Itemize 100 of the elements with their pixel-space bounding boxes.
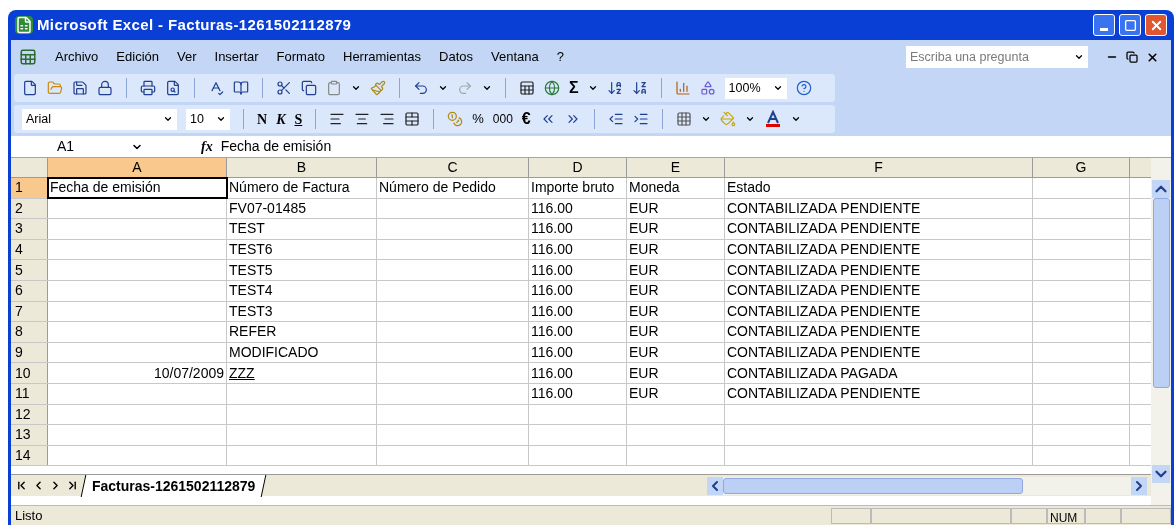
paste-dropdown-icon[interactable] [351, 83, 361, 93]
print-icon[interactable] [140, 80, 156, 96]
undo-dropdown-icon[interactable] [438, 83, 448, 93]
table-cell: CONTABILIZADA PENDIENTE [725, 239, 1033, 260]
menu-item[interactable]: Ventana [491, 47, 539, 67]
column-header[interactable]: F [725, 158, 1033, 177]
table-cell: CONTABILIZADA PENDIENTE [725, 198, 1033, 219]
table-cell: CONTABILIZADA PENDIENTE [725, 260, 1033, 280]
thousands-button[interactable]: 000 [492, 110, 513, 128]
row-header[interactable]: 5 [11, 260, 48, 280]
scroll-down-icon[interactable] [1152, 465, 1170, 483]
menu-item[interactable]: Herramientas [343, 47, 422, 67]
row-header[interactable]: 3 [11, 219, 48, 239]
euro-button[interactable]: € [521, 107, 531, 131]
column-header[interactable]: G [1033, 158, 1130, 177]
fill-color-dropdown-icon[interactable] [744, 114, 755, 124]
table-cell: 116.00 [529, 198, 627, 219]
menu-item[interactable]: Datos [439, 47, 473, 67]
scroll-right-icon[interactable] [1131, 476, 1147, 495]
increase-indent-icon[interactable] [632, 111, 649, 127]
format-painter-icon[interactable] [370, 80, 386, 96]
bold-button[interactable]: N [257, 108, 268, 130]
row-header[interactable]: 9 [11, 342, 48, 363]
workbook-icon[interactable] [19, 48, 37, 66]
zoom-dropdown[interactable]: 100% [724, 77, 787, 99]
sheet-tab[interactable]: Facturas-1261502112879 [80, 474, 267, 497]
save-icon[interactable] [72, 80, 88, 96]
underline-button[interactable]: S [294, 108, 303, 130]
chart-icon[interactable] [674, 80, 691, 96]
row-header[interactable]: 4 [11, 239, 48, 260]
status-text: Listo [14, 506, 44, 525]
row-header[interactable]: 13 [11, 425, 48, 445]
formula-field[interactable]: Fecha de emisión [220, 136, 1171, 157]
column-header[interactable]: B [227, 158, 377, 177]
decrease-indent-icon[interactable] [607, 111, 624, 127]
close-button[interactable] [1145, 14, 1167, 36]
caret-icon [1074, 52, 1084, 62]
vertical-scrollbar[interactable] [1151, 158, 1171, 505]
font-color-icon[interactable] [763, 110, 782, 128]
row-header[interactable]: 2 [11, 198, 48, 219]
function-label[interactable]: fx [201, 136, 213, 157]
column-header[interactable]: A [48, 158, 227, 177]
row-header[interactable]: 1 [11, 178, 48, 198]
italic-button[interactable]: K [276, 108, 286, 130]
redo-dropdown-icon[interactable] [482, 83, 492, 93]
sheet-icon[interactable] [519, 80, 535, 96]
currency-icon[interactable] [447, 111, 464, 127]
row-header[interactable]: 8 [11, 322, 48, 342]
row-header[interactable]: 11 [11, 383, 48, 404]
undo-icon[interactable] [413, 80, 429, 96]
percent-button[interactable]: % [472, 109, 484, 129]
sort-descending-icon[interactable] [631, 80, 648, 96]
menu-item[interactable]: Ver [177, 47, 197, 67]
row-header[interactable]: 7 [11, 301, 48, 322]
copy-icon[interactable] [301, 80, 317, 96]
row-header[interactable]: 6 [11, 280, 48, 301]
row-header[interactable]: 12 [11, 404, 48, 425]
align-right-icon[interactable] [379, 111, 396, 127]
help-icon[interactable] [795, 80, 812, 96]
table-cell: 116.00 [529, 280, 627, 301]
sort-ascending-icon[interactable] [606, 80, 623, 96]
autosum-button[interactable]: Σ [569, 80, 579, 96]
scroll-left-icon[interactable] [707, 476, 723, 495]
menu-item[interactable]: Archivo [55, 47, 99, 67]
num-lock-indicator: NUM [1047, 507, 1085, 524]
align-left-icon[interactable] [329, 111, 346, 127]
table-cell: EUR [627, 342, 725, 363]
borders-dropdown-icon[interactable] [700, 114, 711, 124]
autosum-dropdown-icon[interactable] [587, 83, 598, 93]
scroll-up-icon[interactable] [1152, 180, 1170, 198]
align-center-icon[interactable] [354, 111, 371, 127]
restore-icon[interactable] [1126, 51, 1138, 63]
menu-item[interactable]: Insertar [214, 47, 259, 67]
horizontal-scrollbar[interactable] [707, 476, 1147, 495]
column-header[interactable]: C [377, 158, 529, 177]
spelling-icon[interactable] [208, 80, 224, 96]
font-color-dropdown-icon[interactable] [790, 114, 801, 124]
column-header[interactable]: D [529, 158, 627, 177]
print-preview-icon[interactable] [165, 80, 181, 96]
close-icon[interactable] [1146, 50, 1159, 64]
borders-icon[interactable] [675, 111, 692, 127]
help-search-field[interactable]: Escriba una pregunta [906, 46, 1088, 68]
paste-icon[interactable] [326, 80, 342, 96]
column-header[interactable]: E [627, 158, 725, 177]
new-file-icon[interactable] [22, 80, 38, 96]
table-cell: Importe bruto [529, 178, 627, 198]
font-dropdown[interactable]: Arial [22, 108, 177, 130]
caret-icon [216, 114, 226, 124]
font-size-dropdown[interactable]: 10 [186, 108, 230, 130]
table-cell: 116.00 [529, 322, 627, 342]
row-header[interactable]: 10 [11, 363, 48, 383]
menu-item[interactable]: ? [556, 47, 564, 67]
minimize-button[interactable] [1093, 14, 1115, 36]
menu-item[interactable]: Formato [276, 47, 325, 67]
fill-color-icon[interactable] [719, 111, 736, 127]
merge-center-icon[interactable] [404, 111, 421, 127]
menu-item[interactable]: Edición [116, 47, 159, 67]
row-header[interactable]: 14 [11, 445, 48, 466]
cut-icon[interactable] [276, 80, 292, 96]
maximize-button[interactable] [1119, 14, 1141, 36]
